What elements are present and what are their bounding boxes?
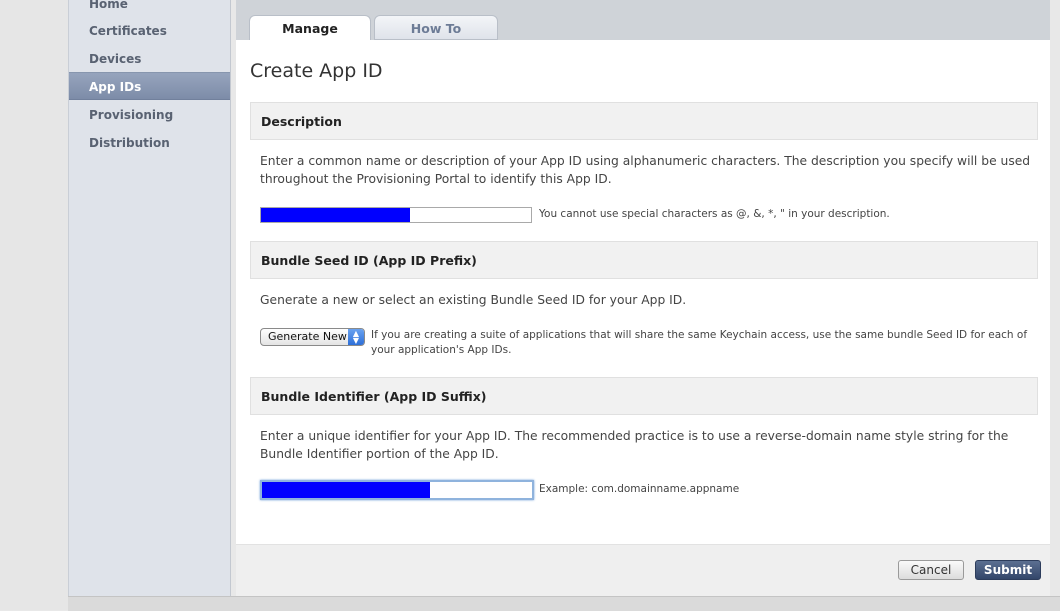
sidebar-item-devices[interactable]: Devices [69, 45, 230, 73]
tab-manage[interactable]: Manage [249, 15, 371, 41]
footer-strip [68, 596, 1060, 611]
bundle-identifier-instructions: Enter a unique identifier for your App I… [260, 429, 1009, 461]
left-gutter [0, 0, 68, 610]
bundle-identifier-hint: Example: com.domainname.appname [539, 483, 740, 495]
bundle-identifier-input[interactable] [260, 480, 534, 500]
description-section-heading: Description [250, 102, 1038, 140]
sidebar-item-app-ids[interactable]: App IDs [69, 72, 230, 100]
bundle-seed-section-heading: Bundle Seed ID (App ID Prefix) [250, 241, 1038, 279]
bundle-seed-select[interactable]: Generate New ▲ ▼ [260, 328, 365, 346]
bundle-identifier-section-heading: Bundle Identifier (App ID Suffix) [250, 377, 1038, 415]
sidebar-item-home[interactable]: Home [69, 0, 230, 18]
sidebar-item-provisioning[interactable]: Provisioning [69, 101, 230, 129]
sidebar: Home Certificates Devices App IDs Provis… [68, 0, 231, 596]
bundle-seed-hint: If you are creating a suite of applicati… [371, 329, 1028, 356]
redacted-value [261, 208, 410, 222]
bundle-seed-select-value: Generate New [268, 330, 347, 343]
cancel-button[interactable]: Cancel [898, 560, 964, 580]
select-arrows-icon: ▲ ▼ [348, 329, 364, 345]
bundle-seed-instructions: Generate a new or select an existing Bun… [260, 293, 687, 307]
description-hint: You cannot use special characters as @, … [539, 208, 890, 220]
tab-how-to[interactable]: How To [374, 15, 498, 40]
description-instructions: Enter a common name or description of yo… [260, 154, 1031, 186]
page-title: Create App ID [250, 60, 383, 82]
sidebar-item-distribution[interactable]: Distribution [69, 129, 230, 157]
redacted-value [262, 482, 430, 498]
submit-button[interactable]: Submit [975, 560, 1041, 580]
sidebar-item-certificates[interactable]: Certificates [69, 17, 230, 45]
description-input[interactable] [260, 207, 532, 223]
